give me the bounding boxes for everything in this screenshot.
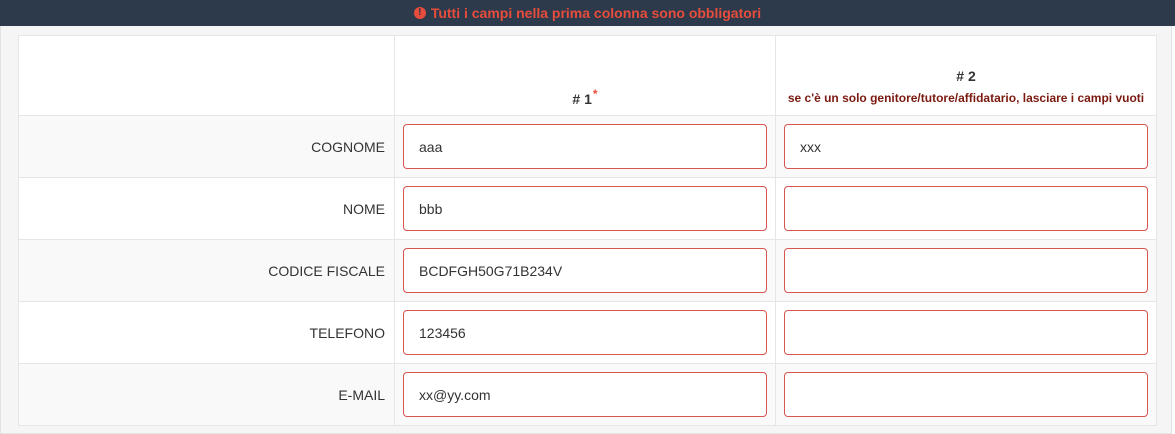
row-telefono: TELEFONO [18,301,1157,364]
row-cognome: COGNOME [18,115,1157,178]
nome-input-2[interactable] [784,186,1148,231]
form-panel: # 1* # 2 se c'è un solo genitore/tutore/… [0,26,1172,434]
row-email: E-MAIL [18,363,1157,426]
required-asterisk: * [592,87,598,101]
row-nome: NOME [18,177,1157,240]
header-empty-cell [18,35,395,116]
telefono-input-1[interactable] [403,310,767,355]
codice-fiscale-input-2[interactable] [784,248,1148,293]
required-fields-banner: ! Tutti i campi nella prima colonna sono… [0,0,1175,26]
field-label: NOME [18,177,395,240]
field-label: CODICE FISCALE [18,239,395,302]
column-2-note: se c'è un solo genitore/tutore/affidatar… [787,91,1145,105]
email-input-1[interactable] [403,372,767,417]
column-header-1: # 1* [394,35,776,116]
field-label: COGNOME [18,115,395,178]
column-1-title: # 1 [572,91,592,107]
row-codice-fiscale: CODICE FISCALE [18,239,1157,302]
field-label: TELEFONO [18,301,395,364]
email-input-2[interactable] [784,372,1148,417]
exclamation-circle-icon: ! [413,7,426,19]
column-header-2: # 2 se c'è un solo genitore/tutore/affid… [775,35,1157,116]
codice-fiscale-input-1[interactable] [403,248,767,293]
parents-form-table: # 1* # 2 se c'è un solo genitore/tutore/… [18,35,1157,426]
field-label: E-MAIL [18,363,395,426]
column-2-title: # 2 [956,68,976,84]
header-row: # 1* # 2 se c'è un solo genitore/tutore/… [18,35,1157,116]
telefono-input-2[interactable] [784,310,1148,355]
banner-text: Tutti i campi nella prima colonna sono o… [430,5,762,21]
cognome-input-2[interactable] [784,124,1148,169]
nome-input-1[interactable] [403,186,767,231]
cognome-input-1[interactable] [403,124,767,169]
